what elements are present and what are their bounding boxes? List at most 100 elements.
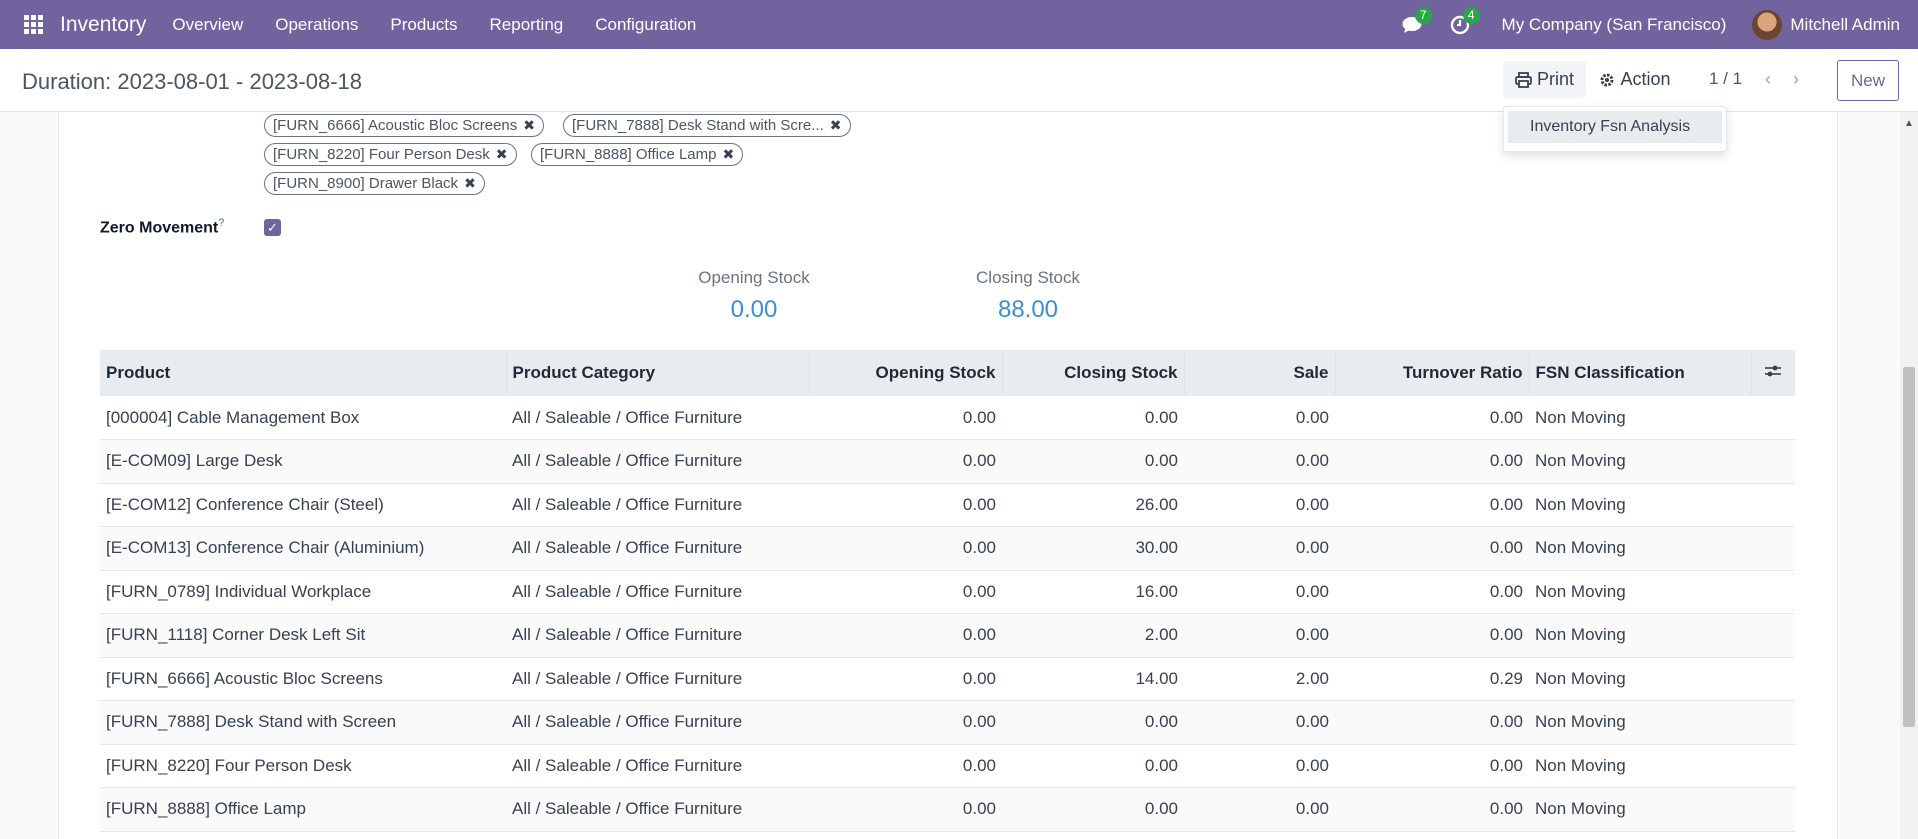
opening-stock-stat: Opening Stock 0.00	[694, 268, 814, 324]
cell-sale: 0.00	[1184, 396, 1335, 440]
fsn-analysis-table: Product Product Category Opening Stock C…	[100, 350, 1795, 832]
cell-fsn-classification: Non Moving	[1529, 396, 1751, 440]
cell-opening-stock: 0.00	[809, 613, 1002, 658]
table-row[interactable]: [FURN_7888] Desk Stand with Screen All / …	[100, 700, 1795, 745]
cell-fsn-classification: Non Moving	[1529, 613, 1751, 658]
cell-product: [FURN_8888] Office Lamp	[100, 787, 506, 832]
pager-next-icon[interactable]: ›	[1793, 69, 1799, 90]
closing-stock-label: Closing Stock	[976, 268, 1080, 287]
pager-previous-icon[interactable]: ‹	[1765, 69, 1771, 90]
app-name[interactable]: Inventory	[60, 13, 146, 37]
company-switcher[interactable]: My Company (San Francisco)	[1502, 15, 1727, 35]
cell-closing-stock: 0.00	[1002, 744, 1184, 788]
messages-button[interactable]: 7	[1392, 0, 1432, 49]
remove-tag-icon[interactable]: ✖	[722, 146, 734, 163]
cell-closing-stock: 0.00	[1002, 396, 1184, 440]
optional-columns-toggle[interactable]	[1751, 350, 1795, 396]
column-header-turnover-ratio[interactable]: Turnover Ratio	[1335, 350, 1530, 396]
cell-opening-stock: 0.00	[809, 744, 1002, 788]
cell-turnover-ratio: 0.00	[1335, 744, 1529, 788]
cell-turnover-ratio: 0.00	[1335, 526, 1529, 571]
menu-item-inventory-fsn-analysis[interactable]: Inventory Fsn Analysis	[1508, 111, 1722, 143]
column-header-fsn-classification[interactable]: FSN Classification	[1529, 350, 1752, 396]
product-tag-label: [FURN_6666] Acoustic Bloc Screens	[273, 117, 518, 134]
activities-button[interactable]: 4	[1440, 0, 1480, 49]
product-tag-label: [FURN_8888] Office Lamp	[540, 146, 717, 163]
product-tag: [FURN_6666] Acoustic Bloc Screens ✖	[264, 114, 545, 137]
remove-tag-icon[interactable]: ✖	[496, 146, 508, 163]
column-header-closing-stock[interactable]: Closing Stock	[1002, 350, 1185, 396]
cell-closing-stock: 0.00	[1002, 439, 1184, 484]
user-menu[interactable]: Mitchell Admin	[1790, 15, 1900, 35]
cell-opening-stock: 0.00	[809, 570, 1002, 614]
menu-operations[interactable]: Operations	[275, 15, 358, 35]
cell-product: [E-COM13] Conference Chair (Aluminium)	[100, 526, 506, 571]
messages-count-badge: 7	[1414, 7, 1432, 24]
table-row[interactable]: [FURN_1118] Corner Desk Left Sit All / Sa…	[100, 613, 1795, 658]
column-header-category[interactable]: Product Category	[506, 350, 810, 396]
table-row[interactable]: [FURN_8220] Four Person Desk All / Saleab…	[100, 744, 1795, 788]
cell-closing-stock: 0.00	[1002, 787, 1184, 832]
user-avatar[interactable]	[1752, 9, 1783, 40]
cell-category: All / Saleable / Office Furniture	[506, 657, 809, 701]
pager-value[interactable]: 1 / 1	[1709, 69, 1742, 89]
cell-spacer	[1751, 657, 1795, 701]
cell-spacer	[1751, 570, 1795, 614]
cell-turnover-ratio: 0.00	[1335, 700, 1529, 745]
cell-product: [E-COM12] Conference Chair (Steel)	[100, 483, 506, 527]
cell-product: [FURN_8220] Four Person Desk	[100, 744, 506, 788]
cell-sale: 2.00	[1184, 657, 1335, 701]
cell-closing-stock: 0.00	[1002, 700, 1184, 745]
closing-stock-value: 88.00	[997, 296, 1059, 323]
action-button[interactable]: Action	[1595, 61, 1675, 98]
column-header-sale[interactable]: Sale	[1184, 350, 1336, 396]
help-tooltip-icon[interactable]: ?	[218, 217, 224, 229]
cell-closing-stock: 16.00	[1002, 570, 1184, 614]
cell-fsn-classification: Non Moving	[1529, 787, 1751, 832]
cell-category: All / Saleable / Office Furniture	[506, 483, 809, 527]
menu-overview[interactable]: Overview	[172, 15, 243, 35]
cell-category: All / Saleable / Office Furniture	[506, 700, 809, 745]
printer-icon	[1515, 71, 1532, 88]
table-row[interactable]: [FURN_6666] Acoustic Bloc Screens All / S…	[100, 657, 1795, 701]
zero-movement-checkbox[interactable]: ✓	[264, 219, 281, 236]
table-row[interactable]: [E-COM12] Conference Chair (Steel) All / …	[100, 483, 1795, 527]
apps-menu-icon[interactable]	[0, 0, 66, 49]
print-button[interactable]: Print	[1503, 61, 1586, 98]
scrollbar-thumb[interactable]	[1903, 367, 1915, 727]
cell-turnover-ratio: 0.00	[1335, 570, 1529, 614]
table-row[interactable]: [000004] Cable Management Box All / Salea…	[100, 396, 1795, 440]
cell-product: [FURN_0789] Individual Workplace	[100, 570, 506, 614]
closing-stock-stat: Closing Stock 88.00	[966, 268, 1090, 324]
remove-tag-icon[interactable]: ✖	[464, 175, 476, 192]
cell-fsn-classification: Non Moving	[1529, 700, 1751, 745]
cell-sale: 0.00	[1184, 526, 1335, 571]
cell-category: All / Saleable / Office Furniture	[506, 526, 809, 571]
page-scrollbar[interactable]: ▲	[1900, 112, 1918, 839]
cell-sale: 0.00	[1184, 700, 1335, 745]
cell-opening-stock: 0.00	[809, 657, 1002, 701]
cell-fsn-classification: Non Moving	[1529, 483, 1751, 527]
opening-stock-label: Opening Stock	[698, 268, 810, 287]
table-row[interactable]: [E-COM09] Large Desk All / Saleable / Off…	[100, 439, 1795, 484]
cell-category: All / Saleable / Office Furniture	[506, 570, 809, 614]
remove-tag-icon[interactable]: ✖	[523, 117, 535, 134]
new-button[interactable]: New	[1837, 60, 1899, 101]
scroll-up-icon[interactable]: ▲	[1904, 118, 1914, 129]
table-row[interactable]: [E-COM13] Conference Chair (Aluminium) Al…	[100, 526, 1795, 571]
gear-icon	[1600, 73, 1614, 86]
cell-sale: 0.00	[1184, 613, 1335, 658]
print-label: Print	[1536, 69, 1574, 89]
cell-sale: 0.00	[1184, 570, 1335, 614]
menu-configuration[interactable]: Configuration	[595, 15, 696, 35]
menu-reporting[interactable]: Reporting	[490, 15, 564, 35]
table-row[interactable]: [FURN_8888] Office Lamp All / Saleable / …	[100, 787, 1795, 832]
cell-spacer	[1751, 396, 1795, 440]
column-header-product[interactable]: Product	[100, 350, 507, 396]
menu-products[interactable]: Products	[390, 15, 457, 35]
column-header-opening-stock[interactable]: Opening Stock	[809, 350, 1003, 396]
cell-sale: 0.00	[1184, 744, 1335, 788]
table-row[interactable]: [FURN_0789] Individual Workplace All / Sa…	[100, 570, 1795, 614]
cell-sale: 0.00	[1184, 483, 1335, 527]
remove-tag-icon[interactable]: ✖	[830, 117, 842, 134]
